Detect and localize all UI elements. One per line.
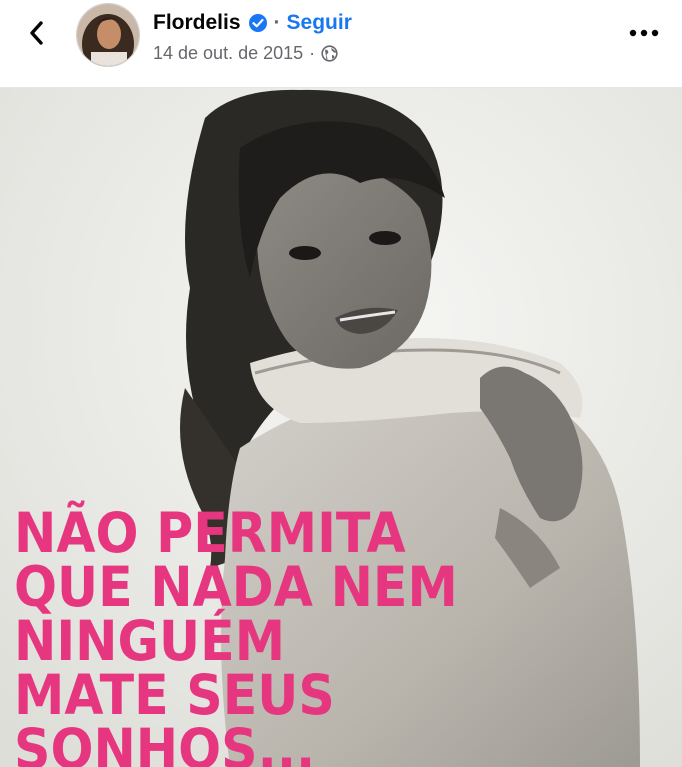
more-horizontal-icon	[629, 29, 659, 37]
avatar[interactable]	[76, 3, 140, 67]
verified-badge-icon	[248, 13, 268, 33]
quote-line: NÃO PERMITA	[14, 501, 406, 565]
follow-button[interactable]: Seguir	[287, 11, 352, 35]
post-image[interactable]: NÃO PERMITA QUE NADA NEM NINGUÉM MATE SE…	[0, 88, 682, 767]
more-options-button[interactable]	[624, 18, 664, 48]
globe-icon	[321, 44, 338, 62]
post-header: Flordelis · Seguir 14 de out. de 2015 ·	[0, 0, 682, 88]
quote-line: QUE NADA NEM	[14, 555, 458, 619]
back-button[interactable]	[22, 18, 52, 48]
quote-line: SONHOS...	[14, 717, 316, 767]
author-row: Flordelis · Seguir	[153, 9, 352, 37]
chevron-left-icon	[30, 21, 43, 45]
post-meta: 14 de out. de 2015 ·	[153, 41, 338, 65]
quote-line: MATE SEUS	[14, 663, 335, 727]
quote-line: NINGUÉM	[14, 609, 286, 673]
post-date[interactable]: 14 de out. de 2015	[153, 43, 303, 64]
separator: ·	[273, 11, 281, 34]
quote-text: NÃO PERMITA QUE NADA NEM NINGUÉM MATE SE…	[14, 506, 529, 767]
avatar-image	[77, 4, 139, 66]
meta-separator: ·	[309, 42, 316, 63]
author-name[interactable]: Flordelis	[153, 11, 241, 35]
